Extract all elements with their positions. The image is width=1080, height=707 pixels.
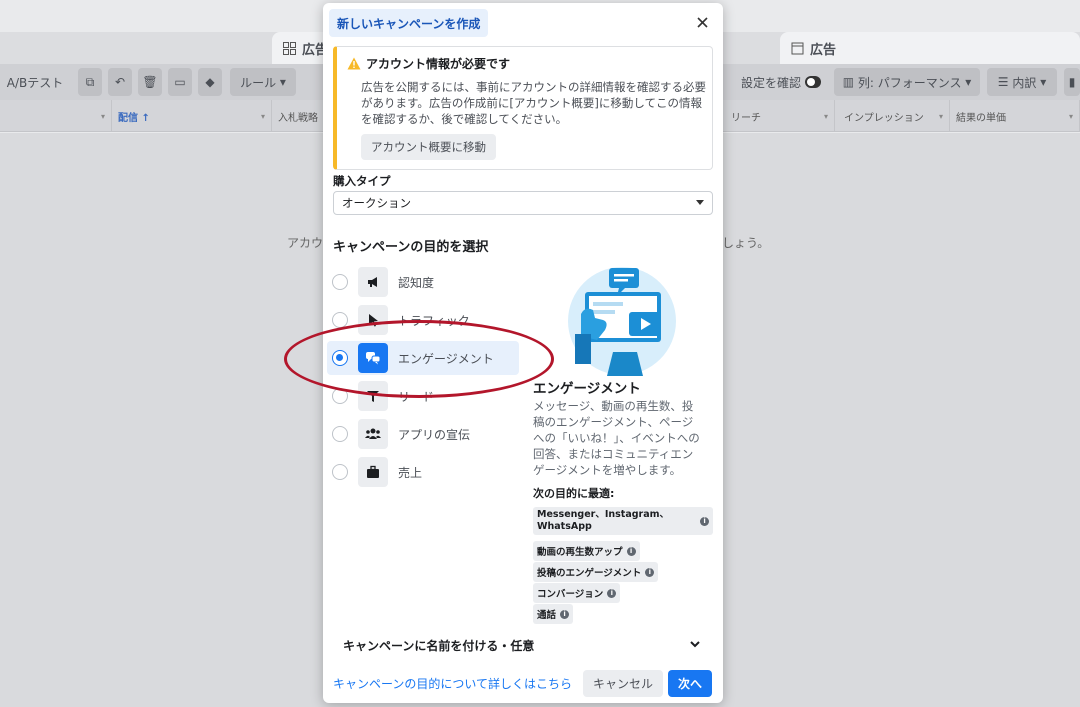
objective-engagement-label: エンゲージメント xyxy=(398,351,494,366)
info-icon[interactable]: i xyxy=(626,546,636,556)
rules-label: ルール xyxy=(240,75,277,90)
radio-app-promotion[interactable] xyxy=(332,426,348,442)
column-header-cost-per-result-label: 結果の単価 xyxy=(956,112,1006,124)
purchase-type-select[interactable]: オークション xyxy=(333,191,713,215)
engagement-illustration xyxy=(568,267,676,376)
cancel-button[interactable]: キャンセル xyxy=(583,670,663,697)
grid-icon xyxy=(282,41,296,55)
dialog-title: 新しいキャンペーンを作成 xyxy=(329,9,489,37)
chat-bubbles-icon xyxy=(358,343,388,373)
create-campaign-dialog: 新しいキャンペーンを作成 アカウント情報が必要です 広告を公開するには、事前にア… xyxy=(323,3,723,703)
radio-leads[interactable] xyxy=(332,388,348,404)
account-info-warning: アカウント情報が必要です 広告を公開するには、事前にアカウントの詳細情報を確認す… xyxy=(333,46,713,170)
document-icon xyxy=(790,41,804,55)
best-for-chip: 投稿のエンゲージメント i xyxy=(533,562,659,582)
preview-icon[interactable]: ▭ xyxy=(168,68,192,96)
next-button[interactable]: 次へ xyxy=(668,670,712,697)
best-for-chip: 動画の再生数アップ i xyxy=(533,541,640,561)
tab-ads-2-label: 広告 xyxy=(810,42,837,58)
objective-awareness[interactable]: 認知度 xyxy=(327,265,519,299)
best-for-chip-label: 通話 xyxy=(537,610,557,621)
warning-icon xyxy=(347,57,361,70)
column-header-reach-label: リーチ xyxy=(731,112,761,124)
column-header-delivery-label: 配信 ↑ xyxy=(118,112,150,124)
breakdown-icon: ☰ xyxy=(997,75,1013,89)
more-icon[interactable]: ▮ xyxy=(1064,68,1080,96)
column-header-reach[interactable]: リーチ ▾ xyxy=(725,100,835,132)
learn-more-link[interactable]: キャンペーンの目的について詳しくはこちら xyxy=(333,675,572,692)
breakdown-label: 内訳 xyxy=(1012,75,1037,90)
info-icon[interactable]: i xyxy=(560,609,570,619)
best-for-chip-label: 投稿のエンゲージメント xyxy=(537,568,642,579)
close-icon[interactable] xyxy=(693,13,711,31)
objective-leads-label: リード xyxy=(398,389,435,404)
columns-label: 列: パフォーマンス xyxy=(857,75,962,90)
objective-detail-description: メッセージ、動画の再生数、投稿のエンゲージメント、ページへの「いいね！」、イベン… xyxy=(533,399,700,477)
best-for-chip-label: コンバージョン xyxy=(537,589,604,600)
caret-down-icon xyxy=(696,200,704,205)
warning-title: アカウント情報が必要です xyxy=(366,57,511,71)
copy-icon[interactable]: ⧉ xyxy=(78,68,102,96)
toggle-switch-icon xyxy=(804,76,821,88)
settings-check-toggle[interactable]: 設定を確認 xyxy=(733,68,829,96)
settings-check-label: 設定を確認 xyxy=(741,75,802,90)
cursor-icon xyxy=(358,305,388,335)
rules-dropdown[interactable]: ルール ▾ xyxy=(230,68,296,96)
objective-leads[interactable]: リード xyxy=(327,379,519,413)
objective-app-promotion[interactable]: アプリの宣伝 xyxy=(327,417,519,451)
tab-ads-2[interactable]: 広告 xyxy=(780,32,1080,64)
objective-app-promotion-label: アプリの宣伝 xyxy=(398,427,471,442)
radio-traffic[interactable] xyxy=(332,312,348,328)
objective-engagement[interactable]: エンゲージメント xyxy=(327,341,519,375)
column-header-bid-strategy-label: 入札戦略 xyxy=(278,112,318,124)
objective-section-title: キャンペーンの目的を選択 xyxy=(333,240,489,255)
objective-detail-title: エンゲージメント xyxy=(533,381,641,397)
trash-icon[interactable]: 🗑 xyxy=(138,68,162,96)
column-header-impressions-label: インプレッション xyxy=(844,112,924,124)
ab-test-button[interactable]: A/Bテスト xyxy=(0,68,70,96)
objective-traffic[interactable]: トラフィック xyxy=(327,303,519,337)
column-header-impressions[interactable]: インプレッション ▾ xyxy=(838,100,950,132)
warning-text: 広告を公開するには、事前にアカウントの詳細情報を確認する必要があります。広告の作… xyxy=(361,80,706,126)
go-to-account-overview-button[interactable]: アカウント概要に移動 xyxy=(361,134,496,160)
column-header-cost-per-result[interactable]: 結果の単価 ▾ xyxy=(950,100,1080,132)
column-header-bid-strategy[interactable]: 入札戦略 xyxy=(272,100,324,132)
column-header-name[interactable]: ▾ xyxy=(0,100,112,132)
column-header-delivery[interactable]: 配信 ↑ ▾ xyxy=(112,100,272,132)
purchase-type-label: 購入タイプ xyxy=(333,174,391,188)
chevron-down-icon[interactable] xyxy=(689,638,701,650)
best-for-chip: Messenger、Instagram、WhatsApp i xyxy=(533,507,713,535)
empty-message-left: アカウ xyxy=(287,236,324,250)
objective-awareness-label: 認知度 xyxy=(398,275,435,290)
objective-sales[interactable]: 売上 xyxy=(327,455,519,489)
best-for-chip-label: Messenger、Instagram、WhatsApp xyxy=(537,509,670,532)
best-for-title: 次の目的に最適: xyxy=(533,487,615,500)
radio-engagement[interactable] xyxy=(332,350,348,366)
undo-icon[interactable]: ↶ xyxy=(108,68,132,96)
radio-awareness[interactable] xyxy=(332,274,348,290)
info-icon[interactable]: i xyxy=(645,567,655,577)
people-icon xyxy=(358,419,388,449)
columns-dropdown[interactable]: ▥ 列: パフォーマンス ▾ xyxy=(834,68,980,96)
empty-message-right: しょう。 xyxy=(722,236,770,250)
purchase-type-value: オークション xyxy=(342,196,411,210)
info-icon[interactable]: i xyxy=(700,516,709,526)
briefcase-icon xyxy=(358,457,388,487)
tag-icon[interactable]: ◆ xyxy=(198,68,222,96)
columns-icon: ▥ xyxy=(842,75,858,89)
info-icon[interactable]: i xyxy=(607,588,617,598)
objective-sales-label: 売上 xyxy=(398,465,423,480)
breakdown-dropdown[interactable]: ☰ 内訳 ▾ xyxy=(987,68,1057,96)
warning-heading: アカウント情報が必要です xyxy=(347,55,510,72)
funnel-icon xyxy=(358,381,388,411)
radio-sales[interactable] xyxy=(332,464,348,480)
campaign-name-section-toggle[interactable]: キャンペーンに名前を付ける・任意 xyxy=(343,637,534,654)
objective-traffic-label: トラフィック xyxy=(398,313,470,328)
best-for-chip: 通話 i xyxy=(533,604,574,624)
best-for-chip-label: 動画の再生数アップ xyxy=(537,547,623,558)
best-for-chip: コンバージョン i xyxy=(533,583,621,603)
megaphone-icon xyxy=(358,267,388,297)
